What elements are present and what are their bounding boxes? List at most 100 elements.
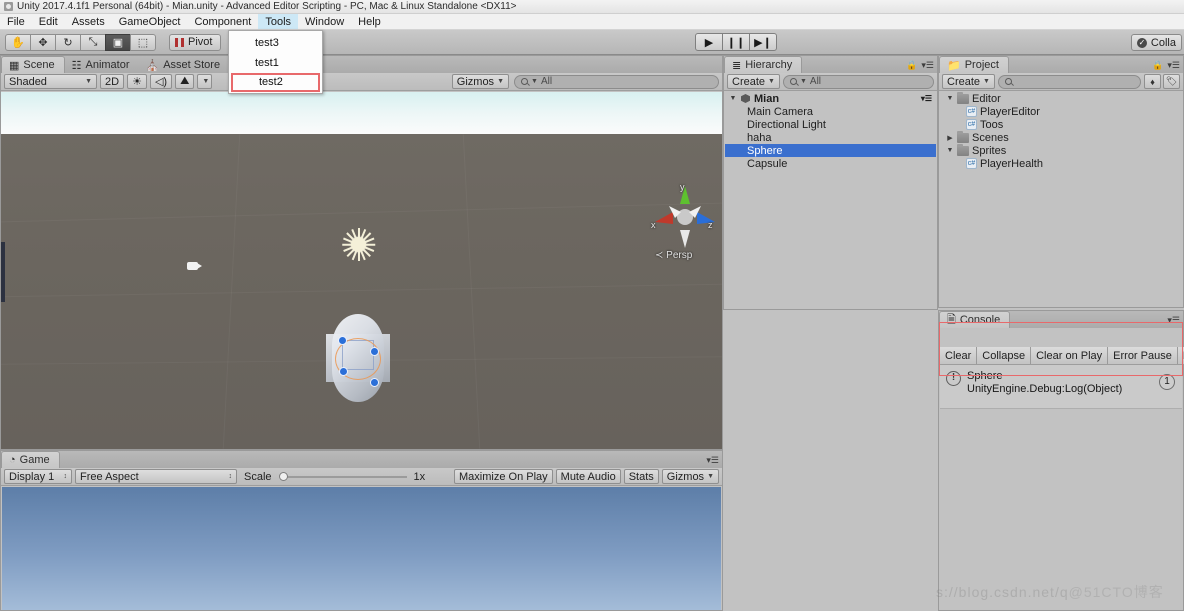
- console-clear-button[interactable]: Clear: [940, 347, 978, 364]
- transform-tool-icon[interactable]: ⬚: [130, 33, 156, 51]
- tab-hierarchy[interactable]: ≣ Hierarchy: [724, 56, 803, 73]
- tab-game[interactable]: ◔ Game: [1, 451, 60, 468]
- lock-icon[interactable]: 🔒: [1152, 60, 1163, 71]
- effects-dropdown[interactable]: ▼: [197, 74, 213, 89]
- tab-asset-store[interactable]: ⛪ Asset Store: [139, 57, 230, 73]
- tab-animator[interactable]: ☷ Animator: [65, 57, 139, 73]
- project-item-playerhealth[interactable]: PlayerHealth: [940, 157, 1182, 170]
- filter-by-label-icon[interactable]: 🏷: [1163, 74, 1180, 89]
- menu-item-test1[interactable]: test1: [229, 53, 322, 73]
- collab-button[interactable]: ✓ Colla: [1130, 34, 1182, 51]
- hierarchy-item-capsule[interactable]: Capsule: [725, 157, 936, 170]
- menu-help[interactable]: Help: [351, 14, 388, 29]
- project-item-playereditor[interactable]: PlayerEditor: [940, 105, 1182, 118]
- menu-file[interactable]: File: [0, 14, 32, 29]
- display-dropdown[interactable]: Display 1 ↕: [4, 469, 72, 484]
- scale-label: Scale: [244, 470, 272, 483]
- pivot-icon: [175, 37, 184, 47]
- csharp-script-icon: [966, 106, 977, 117]
- selected-object-sphere[interactable]: [326, 314, 390, 402]
- light-gizmo-icon[interactable]: [342, 228, 376, 261]
- lock-icon[interactable]: 🔒: [906, 60, 917, 71]
- audio-toggle-icon[interactable]: ◁): [149, 74, 173, 89]
- menu-component[interactable]: Component: [187, 14, 258, 29]
- game-viewport[interactable]: [2, 487, 721, 610]
- hierarchy-item-haha[interactable]: haha: [725, 131, 936, 144]
- project-item-sprites[interactable]: ▼ Sprites: [940, 143, 1182, 157]
- hierarchy-create-button[interactable]: Create ▼: [727, 74, 780, 89]
- project-item-toos[interactable]: Toos: [940, 118, 1182, 131]
- filter-by-type-icon[interactable]: ♦: [1144, 74, 1161, 89]
- chevron-down-icon[interactable]: ▼: [946, 147, 954, 154]
- draw-mode-dropdown[interactable]: Shaded ▼: [4, 74, 97, 89]
- hierarchy-item-directional-light[interactable]: Directional Light: [725, 118, 936, 131]
- camera-gizmo-icon[interactable]: [187, 260, 203, 272]
- step-button[interactable]: ▶❙: [749, 33, 777, 51]
- menu-icon[interactable]: ▾☰: [921, 60, 934, 71]
- menu-item-test2[interactable]: test2: [231, 73, 320, 92]
- tab-scene[interactable]: ▦ Scene: [1, 56, 65, 73]
- project-item-editor[interactable]: ▼ Editor: [940, 92, 1182, 105]
- chevron-down-icon[interactable]: ▼: [729, 95, 737, 102]
- chevron-down-icon: ▼: [202, 78, 210, 85]
- effects-toggle-icon[interactable]: ⛰: [175, 74, 195, 89]
- aspect-dropdown[interactable]: Free Aspect ↕: [75, 469, 237, 484]
- hierarchy-panel-menu[interactable]: 🔒 ▾☰: [906, 60, 934, 71]
- log-stacktrace: UnityEngine.Debug:Log(Object): [967, 383, 1123, 395]
- 2d-toggle[interactable]: 2D: [100, 74, 125, 89]
- lighting-toggle-icon[interactable]: ☀: [127, 74, 147, 89]
- tab-project[interactable]: 📁 Project: [939, 56, 1009, 73]
- tab-hierarchy-label: Hierarchy: [745, 59, 793, 71]
- console-clear-on-play-button[interactable]: Clear on Play: [1031, 347, 1109, 364]
- hierarchy-item-main-camera[interactable]: Main Camera: [725, 105, 936, 118]
- pause-button[interactable]: ❙❙: [722, 33, 750, 51]
- move-tool-icon[interactable]: ✥: [30, 33, 56, 51]
- console-panel-menu[interactable]: ▾☰: [1167, 315, 1180, 326]
- hand-tool-icon[interactable]: ✋: [5, 33, 31, 51]
- pivot-button[interactable]: Pivot: [169, 33, 222, 51]
- play-button[interactable]: ▶: [695, 33, 723, 51]
- scene-menu-icon[interactable]: ▾☰: [921, 94, 936, 103]
- rect-handle[interactable]: [370, 378, 379, 387]
- stats-button[interactable]: Stats: [623, 469, 659, 484]
- slider-thumb[interactable]: [278, 472, 288, 481]
- scale-tool-icon[interactable]: ⤡: [80, 33, 106, 51]
- menu-item-test3[interactable]: test3: [229, 33, 322, 53]
- rect-handle[interactable]: [338, 336, 347, 345]
- game-panel-menu-icon[interactable]: ▾☰: [706, 455, 719, 466]
- gizmos-button[interactable]: Gizmos ▼: [661, 469, 719, 484]
- rect-tool-icon[interactable]: ▣: [105, 33, 131, 51]
- menu-gameobject[interactable]: GameObject: [112, 14, 188, 29]
- folder-icon: [957, 130, 969, 143]
- menu-tools[interactable]: Tools: [258, 14, 299, 29]
- maximize-on-play-button[interactable]: Maximize On Play: [454, 469, 553, 484]
- hierarchy-item-sphere[interactable]: Sphere: [725, 144, 936, 157]
- chevron-down-icon[interactable]: ▼: [946, 95, 954, 102]
- hierarchy-search-input[interactable]: ▼ All: [782, 74, 934, 89]
- tab-console[interactable]: 🗎 Console: [939, 311, 1011, 328]
- gizmos-dropdown[interactable]: Gizmos ▼: [451, 74, 509, 89]
- project-item-scenes[interactable]: ▶ Scenes: [940, 130, 1182, 144]
- mute-audio-button[interactable]: Mute Audio: [555, 469, 621, 484]
- chevron-right-icon[interactable]: ▶: [946, 134, 954, 142]
- tab-game-label: Game: [19, 454, 50, 466]
- project-search-input[interactable]: [997, 74, 1141, 89]
- menu-assets[interactable]: Assets: [65, 14, 112, 29]
- hierarchy-scene-row[interactable]: ▼ Mian ▾☰: [725, 92, 936, 105]
- scale-slider[interactable]: [278, 469, 407, 484]
- menu-icon[interactable]: ▾☰: [1167, 60, 1180, 71]
- scene-viewport[interactable]: x y z ≺ Persp: [1, 92, 722, 449]
- perspective-label[interactable]: ≺ Persp: [655, 250, 692, 261]
- rect-handle[interactable]: [339, 367, 348, 376]
- rect-handle[interactable]: [370, 347, 379, 356]
- console-error-pause-button[interactable]: Error Pause: [1108, 347, 1178, 364]
- project-panel-menu[interactable]: 🔒 ▾☰: [1152, 60, 1180, 71]
- menu-edit[interactable]: Edit: [32, 14, 65, 29]
- project-create-button[interactable]: Create ▼: [942, 74, 995, 89]
- console-collapse-button[interactable]: Collapse: [977, 347, 1032, 364]
- menu-window[interactable]: Window: [298, 14, 351, 29]
- rotate-tool-icon[interactable]: ↻: [55, 33, 81, 51]
- console-log-entry[interactable]: ! Sphere UnityEngine.Debug:Log(Object) 1: [940, 365, 1182, 401]
- scene-search-input[interactable]: ▼ All: [514, 74, 719, 89]
- console-editor-dropdown[interactable]: Editor ▼: [1177, 347, 1184, 364]
